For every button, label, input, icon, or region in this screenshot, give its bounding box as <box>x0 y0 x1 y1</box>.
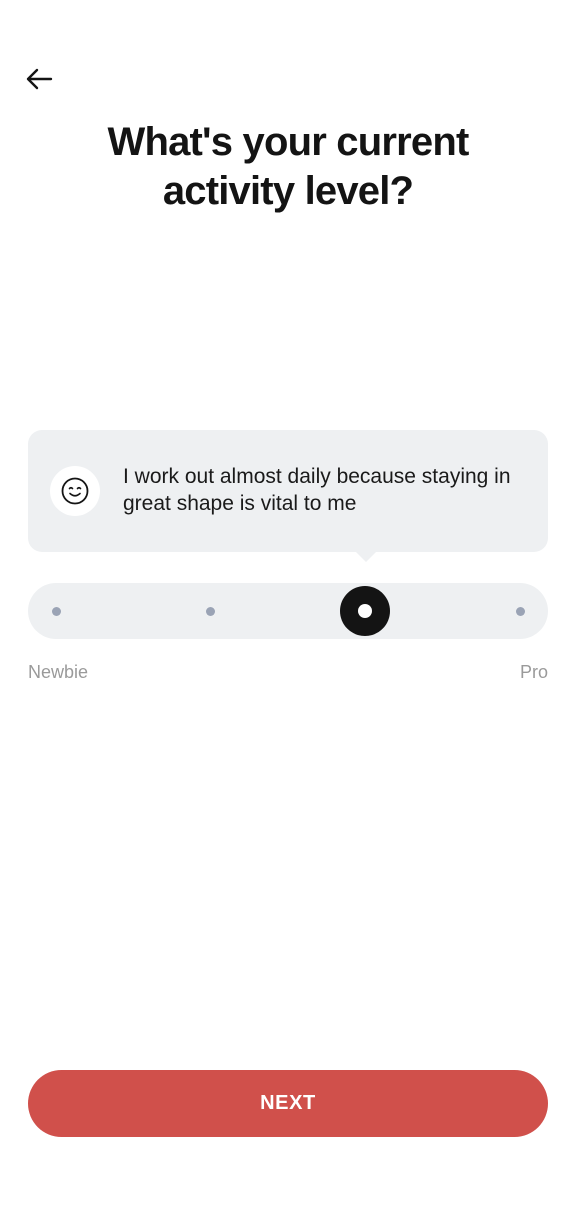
page-title: What's your current activity level? <box>107 120 469 213</box>
slider-thumb-center <box>358 604 373 618</box>
activity-description-tooltip: I work out almost daily because staying … <box>28 430 548 552</box>
slider-thumb[interactable] <box>340 586 391 636</box>
activity-description-text: I work out almost daily because staying … <box>123 465 511 515</box>
smiling-face-icon <box>61 477 89 505</box>
slider-step-dot[interactable] <box>515 607 525 616</box>
arrow-left-icon <box>26 68 53 90</box>
slider-max-label: Pro <box>519 662 548 682</box>
slider-step-dot[interactable] <box>206 607 216 616</box>
tooltip-pointer <box>355 551 377 562</box>
emoji-badge <box>50 466 100 516</box>
back-button[interactable] <box>22 62 56 96</box>
slider-step-dot[interactable] <box>51 607 61 616</box>
next-button[interactable]: NEXT <box>28 1070 548 1137</box>
slider-min-label: Newbie <box>28 662 89 682</box>
activity-level-slider[interactable] <box>28 583 548 639</box>
